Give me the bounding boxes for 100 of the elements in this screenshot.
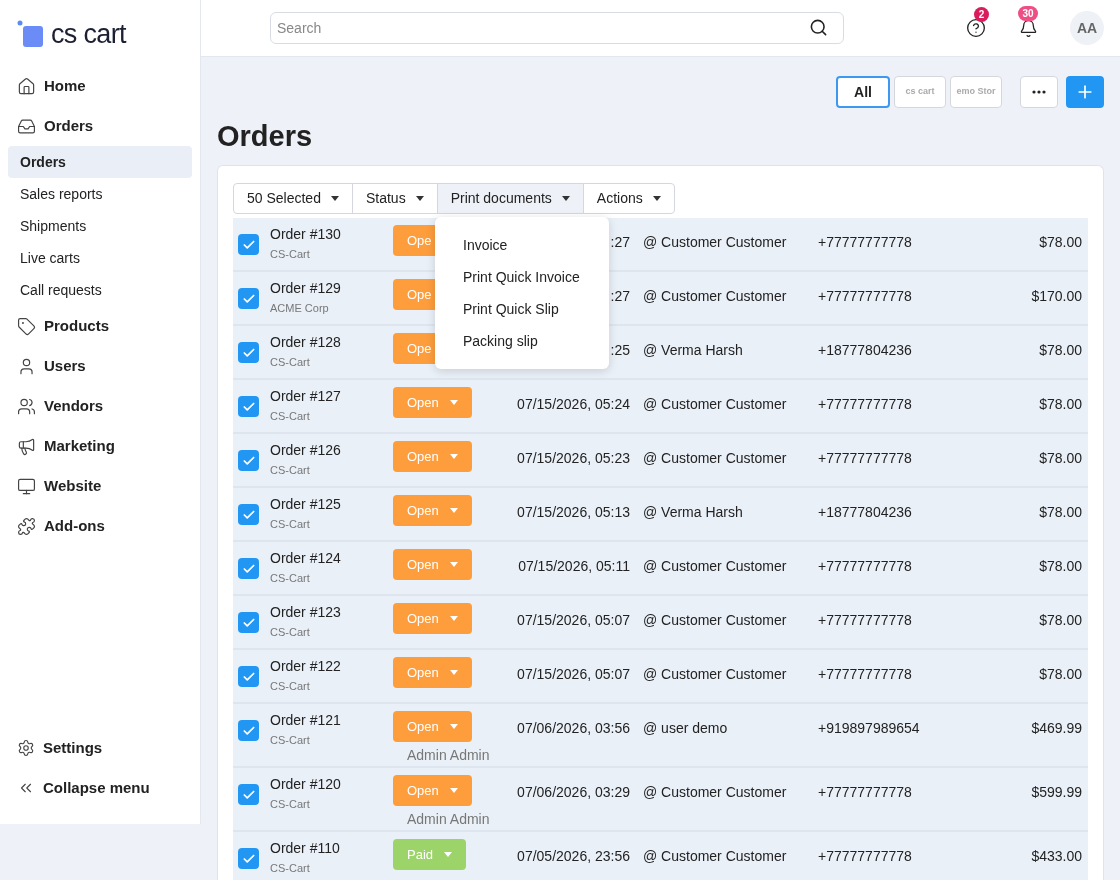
order-row[interactable]: Order #124 CS-Cart Open 07/15/2026, 05:11 @ Customer Customer +77777777778 $78.00	[233, 542, 1088, 596]
phone-number: +77777777778	[818, 611, 912, 630]
row-checkbox[interactable]	[238, 396, 259, 417]
toolbar-dropdown[interactable]: 50 Selected	[233, 183, 353, 214]
store-name: CS-Cart	[270, 733, 310, 748]
store-name: CS-Cart	[270, 517, 310, 532]
order-link[interactable]: Order #125	[270, 495, 341, 513]
store-name: CS-Cart	[270, 679, 310, 694]
phone-number: +18777804236	[818, 341, 912, 360]
caret-icon	[330, 196, 339, 201]
customer-name: @ user demo	[643, 719, 728, 738]
row-checkbox[interactable]	[238, 666, 259, 687]
nav-item[interactable]: Orders	[0, 106, 200, 146]
user-avatar[interactable]: AA	[1070, 11, 1104, 45]
nav-item[interactable]: Collapse menu	[0, 768, 200, 808]
row-checkbox[interactable]	[238, 612, 259, 633]
order-link[interactable]: Order #130	[270, 225, 341, 243]
nav-item[interactable]: Users	[0, 346, 200, 386]
search-icon[interactable]	[809, 18, 828, 37]
order-row[interactable]: Order #122 CS-Cart Open 07/15/2026, 05:07 @ Customer Customer +77777777778 $78.00	[233, 650, 1088, 704]
row-checkbox[interactable]	[238, 784, 259, 805]
store-name: CS-Cart	[270, 409, 310, 424]
customer-name: @ Verma Harsh	[643, 503, 743, 522]
order-date: 07/06/2026, 03:56	[517, 719, 630, 738]
store-name: CS-Cart	[270, 861, 310, 876]
customer-name: @ Customer Customer	[643, 287, 787, 306]
phone-number: +919897989654	[818, 719, 920, 738]
row-checkbox[interactable]	[238, 342, 259, 363]
row-checkbox[interactable]	[238, 504, 259, 525]
order-link[interactable]: Order #128	[270, 333, 341, 351]
order-link[interactable]: Order #120	[270, 775, 341, 793]
order-link[interactable]: Order #127	[270, 387, 341, 405]
notification-badge: 30	[1018, 6, 1038, 21]
nav-item[interactable]: Vendors	[0, 386, 200, 426]
search-field[interactable]: Search	[270, 12, 844, 44]
logo-text: cs cart	[51, 20, 126, 48]
order-row[interactable]: Order #121 CS-Cart Open Admin Admin 07/06/2026, 03:56 @ user demo +919897989654 $469.99	[233, 704, 1088, 768]
order-link[interactable]: Order #129	[270, 279, 341, 297]
store-name: CS-Cart	[270, 625, 310, 640]
row-checkbox[interactable]	[238, 848, 259, 869]
order-row[interactable]: Order #110 CS-Cart Paid 07/05/2026, 23:56 @ Customer Customer +77777777778 $433.00	[233, 832, 1088, 880]
order-link[interactable]: Order #122	[270, 657, 341, 675]
nav-item[interactable]: Website	[0, 466, 200, 506]
order-row[interactable]: Order #125 CS-Cart Open 07/15/2026, 05:13 @ Verma Harsh +18777804236 $78.00	[233, 488, 1088, 542]
add-button[interactable]	[1066, 76, 1104, 108]
phone-number: +77777777778	[818, 395, 912, 414]
order-date: 07/15/2026, 05:07	[517, 665, 630, 684]
caret-icon	[652, 196, 661, 201]
row-checkbox[interactable]	[238, 720, 259, 741]
order-link[interactable]: Order #123	[270, 603, 341, 621]
notification-badge: 2	[974, 7, 989, 22]
row-checkbox[interactable]	[238, 234, 259, 255]
toolbar-dropdown[interactable]: Actions	[582, 183, 675, 214]
nav-subitem[interactable]: Sales reports	[8, 178, 192, 210]
row-checkbox[interactable]	[238, 288, 259, 309]
caret-icon	[449, 508, 458, 513]
phone-number: +77777777778	[818, 665, 912, 684]
more-button[interactable]	[1020, 76, 1058, 108]
store-name: CS-Cart	[270, 463, 310, 478]
customer-name: @ Customer Customer	[643, 665, 787, 684]
caret-icon	[449, 454, 458, 459]
help-button[interactable]	[964, 16, 988, 40]
customer-name: @ Customer Customer	[643, 233, 787, 252]
order-link[interactable]: Order #124	[270, 549, 341, 567]
home-icon	[17, 76, 36, 96]
nav-item[interactable]: Products	[0, 306, 200, 346]
nav-subitem[interactable]: Live carts	[8, 242, 192, 274]
nav-subitem[interactable]: Orders	[8, 146, 192, 178]
users-icon	[17, 396, 36, 416]
nav-subitem[interactable]: Call requests	[8, 274, 192, 306]
nav-item[interactable]: Home	[0, 66, 200, 106]
order-link[interactable]: Order #121	[270, 711, 341, 729]
nav-subitem[interactable]: Shipments	[8, 210, 192, 242]
order-row[interactable]: Order #127 CS-Cart Open 07/15/2026, 05:24 @ Customer Customer +77777777778 $78.00	[233, 380, 1088, 434]
assignee-name: Admin Admin	[407, 746, 490, 765]
monitor-icon	[17, 476, 36, 496]
storefront-tab[interactable]: All	[836, 76, 890, 108]
order-row[interactable]: Order #126 CS-Cart Open 07/15/2026, 05:23 @ Customer Customer +77777777778 $78.00	[233, 434, 1088, 488]
assignee-name: Admin Admin	[407, 810, 490, 829]
order-total: $469.99	[1030, 719, 1083, 738]
caret-icon	[449, 616, 458, 621]
order-row[interactable]: Order #120 CS-Cart Open Admin Admin 07/06/2026, 03:29 @ Customer Customer +77777777778 $599.99	[233, 768, 1088, 832]
nav-item[interactable]: Add-ons	[0, 506, 200, 546]
order-row[interactable]: Order #123 CS-Cart Open 07/15/2026, 05:07 @ Customer Customer +77777777778 $78.00	[233, 596, 1088, 650]
customer-name: @ Verma Harsh	[643, 341, 743, 360]
toolbar-dropdown[interactable]: Print documents	[436, 183, 584, 214]
store-name: ACME Corp	[270, 301, 329, 316]
nav-item[interactable]: Settings	[0, 728, 200, 768]
row-checkbox[interactable]	[238, 558, 259, 579]
order-date: 07/15/2026, 05:07	[517, 611, 630, 630]
store-name: CS-Cart	[270, 797, 310, 812]
order-total: $78.00	[1038, 557, 1083, 576]
row-checkbox[interactable]	[238, 450, 259, 471]
order-date: 07/05/2026, 23:56	[517, 847, 630, 866]
toolbar-dropdown[interactable]: Status	[351, 183, 438, 214]
order-total: $78.00	[1038, 449, 1083, 468]
order-link[interactable]: Order #110	[270, 839, 340, 857]
order-link[interactable]: Order #126	[270, 441, 341, 459]
caret-icon	[444, 852, 453, 857]
nav-item[interactable]: Marketing	[0, 426, 200, 466]
